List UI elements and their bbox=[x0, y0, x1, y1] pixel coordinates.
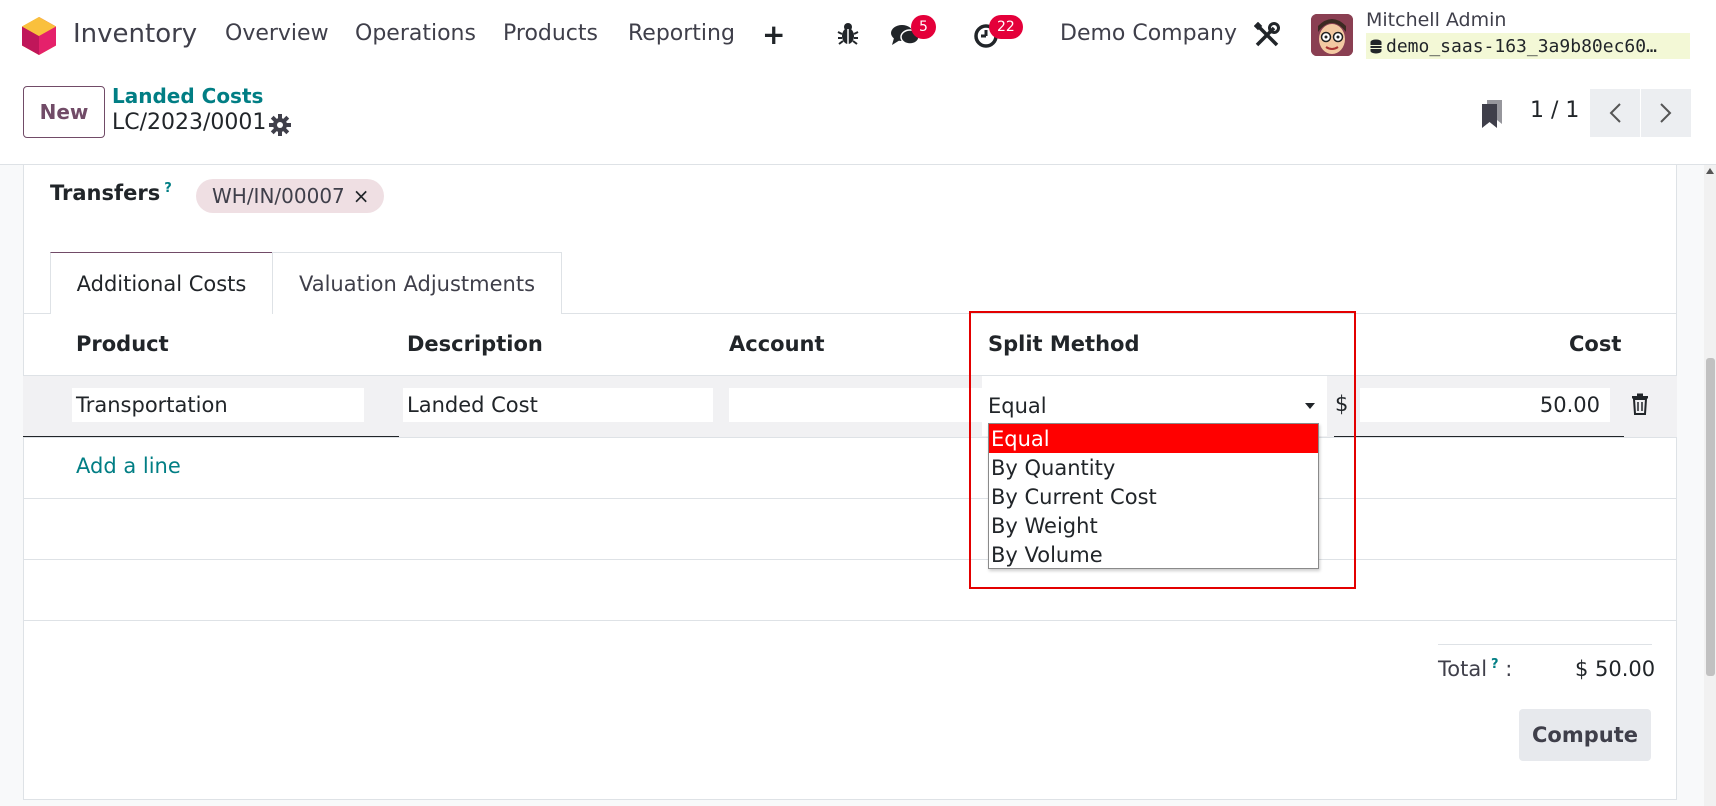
plus-icon[interactable]: + bbox=[762, 18, 785, 51]
total-label-text: Total bbox=[1438, 657, 1488, 681]
database-icon bbox=[1370, 39, 1382, 53]
bookmarks-icon[interactable] bbox=[1480, 98, 1506, 128]
tab-additional-costs[interactable]: Additional Costs bbox=[50, 252, 273, 314]
top-navbar: Inventory Overview Operations Products R… bbox=[0, 0, 1716, 70]
menu-overview[interactable]: Overview bbox=[225, 21, 329, 46]
chevron-right-icon bbox=[1660, 103, 1672, 123]
scroll-up-arrow-icon[interactable] bbox=[1706, 168, 1714, 174]
transfer-tag-text: WH/IN/00007 bbox=[212, 184, 345, 208]
option-by-current-cost[interactable]: By Current Cost bbox=[989, 482, 1318, 511]
total-colon: : bbox=[1505, 657, 1513, 681]
menu-products[interactable]: Products bbox=[503, 21, 598, 46]
app-name[interactable]: Inventory bbox=[73, 19, 197, 49]
column-cost[interactable]: Cost bbox=[1569, 332, 1621, 356]
breadcrumb-landed-costs[interactable]: Landed Costs bbox=[112, 84, 263, 108]
breadcrumb-current-record: LC/2023/0001 bbox=[112, 110, 267, 135]
split-method-dropdown[interactable]: Equal By Quantity By Current Cost By Wei… bbox=[988, 423, 1319, 569]
compute-button[interactable]: Compute bbox=[1519, 709, 1651, 761]
new-button[interactable]: New bbox=[23, 86, 105, 138]
trash-icon[interactable] bbox=[1631, 393, 1649, 415]
database-name: demo_saas-163_3a9b80ec60… bbox=[1366, 33, 1690, 59]
debug-tools-icon[interactable] bbox=[1254, 22, 1280, 48]
user-name[interactable]: Mitchell Admin bbox=[1366, 9, 1506, 31]
description-input[interactable]: Landed Cost bbox=[403, 388, 713, 422]
total-value: $ 50.00 bbox=[1575, 657, 1656, 681]
total-label: Total? : bbox=[1438, 657, 1512, 681]
gear-icon[interactable] bbox=[268, 113, 292, 137]
scrollbar-thumb[interactable] bbox=[1706, 358, 1715, 676]
account-input[interactable] bbox=[729, 388, 982, 422]
control-panel: New Landed Costs LC/2023/0001 1 / 1 bbox=[0, 70, 1716, 165]
tag-remove-icon[interactable]: × bbox=[353, 184, 370, 208]
company-switcher[interactable]: Demo Company bbox=[1060, 21, 1237, 46]
row-divider bbox=[23, 620, 1677, 621]
database-name-text: demo_saas-163_3a9b80ec60… bbox=[1386, 35, 1657, 57]
tab-valuation-adjustments[interactable]: Valuation Adjustments bbox=[272, 252, 562, 314]
option-by-weight[interactable]: By Weight bbox=[989, 511, 1318, 540]
chevron-left-icon bbox=[1609, 103, 1621, 123]
app-logo-icon[interactable] bbox=[22, 17, 56, 55]
row-divider bbox=[23, 498, 1677, 499]
total-help-icon[interactable]: ? bbox=[1491, 657, 1499, 672]
column-product[interactable]: Product bbox=[76, 332, 169, 356]
activities-badge: 22 bbox=[989, 15, 1023, 39]
option-by-quantity[interactable]: By Quantity bbox=[989, 453, 1318, 482]
row-divider bbox=[23, 559, 1677, 560]
total-divider bbox=[1438, 644, 1652, 645]
menu-operations[interactable]: Operations bbox=[355, 21, 476, 46]
menu-reporting[interactable]: Reporting bbox=[628, 21, 735, 46]
transfers-label: Transfers? bbox=[50, 181, 172, 205]
transfers-help-icon[interactable]: ? bbox=[164, 181, 172, 196]
column-account[interactable]: Account bbox=[729, 332, 825, 356]
cost-input[interactable]: 50.00 bbox=[1360, 388, 1610, 422]
transfers-label-text: Transfers bbox=[50, 181, 161, 205]
avatar-face-icon bbox=[1311, 14, 1353, 56]
option-equal[interactable]: Equal bbox=[989, 424, 1318, 453]
pager-value[interactable]: 1 / 1 bbox=[1530, 98, 1579, 123]
column-description[interactable]: Description bbox=[407, 332, 543, 356]
pager-next-button[interactable] bbox=[1641, 89, 1691, 137]
option-by-volume[interactable]: By Volume bbox=[989, 540, 1318, 569]
bug-icon[interactable] bbox=[837, 22, 859, 46]
pager-previous-button[interactable] bbox=[1590, 89, 1640, 137]
user-avatar[interactable] bbox=[1311, 14, 1353, 56]
add-a-line-link[interactable]: Add a line bbox=[76, 454, 181, 478]
product-input[interactable]: Transportation bbox=[72, 388, 364, 422]
messages-badge: 5 bbox=[911, 15, 936, 39]
transfer-tag: WH/IN/00007 × bbox=[196, 179, 384, 213]
row-divider bbox=[23, 437, 1677, 438]
